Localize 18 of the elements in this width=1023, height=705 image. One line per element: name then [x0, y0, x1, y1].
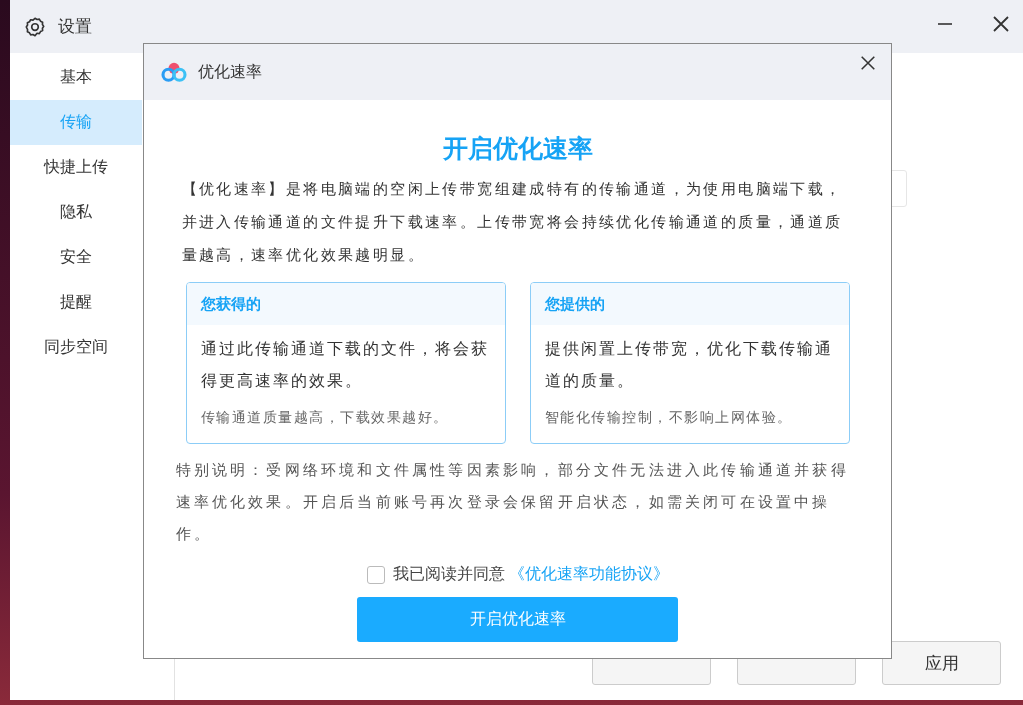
close-icon[interactable]: [991, 14, 1011, 34]
dialog-title: 优化速率: [198, 61, 262, 83]
window-title: 设置: [58, 15, 92, 38]
settings-icon: [24, 15, 46, 38]
footer-button[interactable]: 应用: [882, 641, 1001, 685]
description-text: 【优化速率】是将电脑端的空闲上传带宽组建成特有的传输通道，为使用电脑端下载，并进入传输通道的文件提升下载速率。上传带宽将会持续优化传输通道的质量，通道质量越高，速率优化效果越明显。: [181, 179, 844, 266]
card-title: 您提供的: [530, 283, 849, 325]
card-text: 通过此传输通道下载的文件，将会获得更高速率的效果。: [199, 338, 490, 392]
cloud-logo-icon: [160, 61, 188, 83]
card-text: 提供闲置上传带宽，优化下载传输通道的质量。: [543, 338, 834, 392]
card-note: 智能化传输控制，不影响上网体验。: [543, 408, 794, 427]
notice-text: 特别说明：受网络环境和文件属性等因素影响，部分文件无法进入此传输通道并获得速率优化效果。开启后当前账号再次登录会保留开启状态，如需关闭可在设置中操作。: [175, 460, 850, 545]
agreement-checkbox[interactable]: [366, 565, 385, 584]
dialog-heading: 开启优化速率: [442, 133, 593, 165]
close-icon[interactable]: [859, 54, 877, 72]
card-title: 您获得的: [186, 283, 505, 325]
agreement-label: 我已阅读并同意: [392, 564, 505, 585]
card-note: 传输通道质量越高，下载效果越好。: [199, 408, 450, 427]
